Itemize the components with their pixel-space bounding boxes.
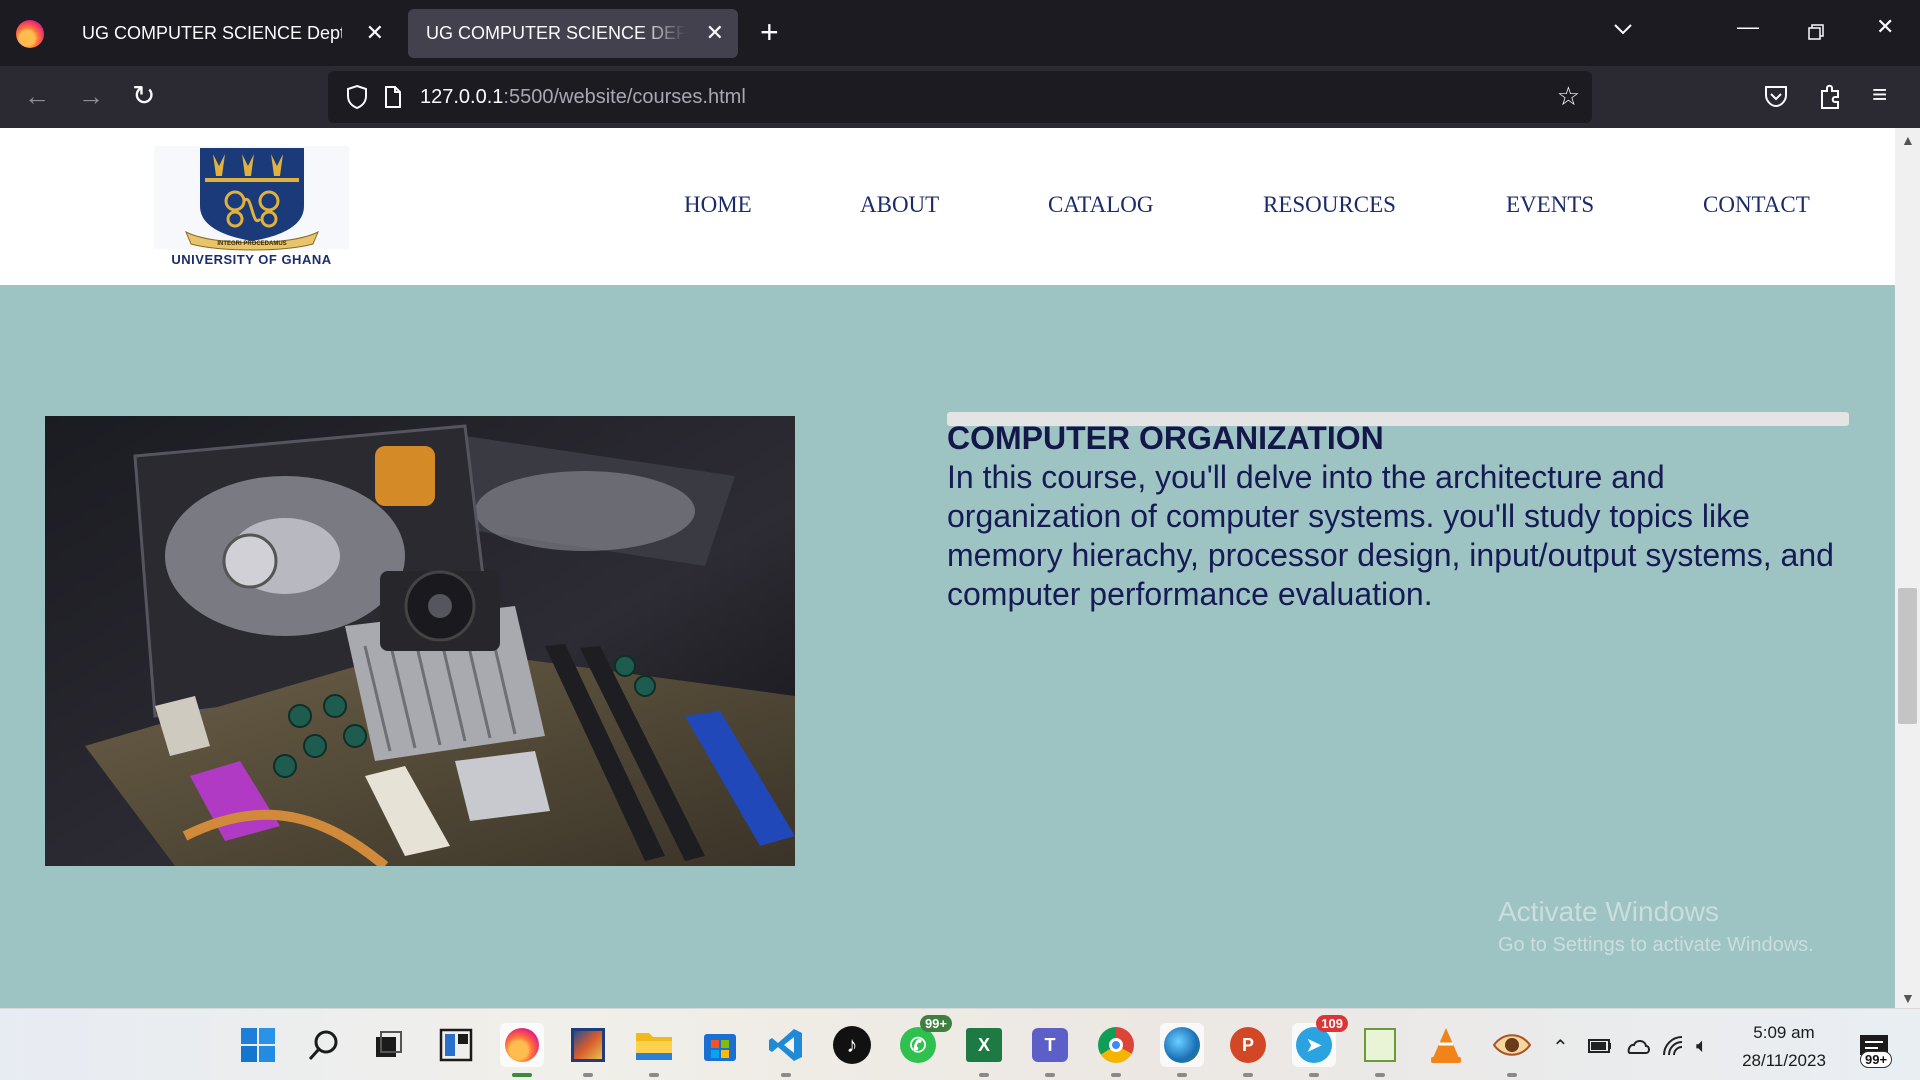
extensions-puzzle-icon[interactable] <box>1818 82 1844 110</box>
activate-windows-watermark: Activate Windows Go to Settings to activ… <box>1498 896 1814 957</box>
teams-icon[interactable]: T <box>1028 1023 1072 1077</box>
restore-icon[interactable] <box>1808 24 1824 40</box>
widgets-icon[interactable] <box>434 1023 478 1067</box>
close-window-icon[interactable]: ✕ <box>1876 14 1894 40</box>
chrome-icon[interactable] <box>1094 1023 1138 1077</box>
internet-download-manager-icon[interactable] <box>1160 1023 1204 1077</box>
scroll-down-arrow-icon[interactable]: ▼ <box>1901 990 1915 1006</box>
running-indicator <box>1177 1073 1187 1077</box>
watermark-line1: Activate Windows <box>1498 896 1719 927</box>
site-header: INTEGRI PROCEDAMUS UNIVERSITY OF GHANA H… <box>0 128 1895 285</box>
running-indicator <box>1243 1073 1253 1077</box>
pocket-icon[interactable] <box>1763 83 1789 109</box>
running-indicator <box>1111 1073 1121 1077</box>
course-description-block: COMPUTER ORGANIZATION In this course, yo… <box>947 412 1849 614</box>
running-indicator <box>1045 1073 1055 1077</box>
url-path: :5500/website/courses.html <box>503 86 746 108</box>
running-indicator <box>1507 1073 1517 1077</box>
firefox-taskbar-icon[interactable] <box>500 1023 544 1077</box>
search-icon[interactable] <box>302 1023 346 1067</box>
file-explorer-icon[interactable] <box>632 1023 676 1077</box>
tab-ug-department-active[interactable]: UG COMPUTER SCIENCE DEPARTMENT ✕ <box>408 9 738 58</box>
close-tab-icon[interactable]: ✕ <box>366 20 384 46</box>
course-description: In this course, you'll delve into the ar… <box>947 459 1834 612</box>
navigation-toolbar: ← → ↻ 127.0.0.1:5500/website/courses.htm… <box>0 66 1920 128</box>
running-indicator <box>781 1073 791 1077</box>
close-tab-icon[interactable]: ✕ <box>706 20 724 46</box>
nav-link-catalog[interactable]: CATALOG <box>1048 192 1154 218</box>
page-info-icon[interactable] <box>384 85 402 109</box>
computer-hardware-image <box>45 416 795 866</box>
logo-motto: INTEGRI PROCEDAMUS <box>217 241 286 247</box>
clock-date: 28/11/2023 <box>1742 1051 1826 1070</box>
url-bar[interactable]: 127.0.0.1:5500/website/courses.html ☆ <box>328 71 1592 123</box>
nav-link-events[interactable]: EVENTS <box>1506 192 1594 218</box>
running-indicator <box>512 1073 532 1077</box>
notepad-icon[interactable] <box>1358 1023 1402 1077</box>
hamburger-menu-icon[interactable]: ≡ <box>1872 79 1887 110</box>
powerpoint-icon[interactable]: P <box>1226 1023 1270 1077</box>
tiktok-icon[interactable]: ♪ <box>830 1023 874 1067</box>
nav-link-about[interactable]: ABOUT <box>860 192 939 218</box>
clock-time: 5:09 am <box>1753 1023 1815 1042</box>
running-indicator <box>979 1073 989 1077</box>
university-of-ghana-logo[interactable]: INTEGRI PROCEDAMUS UNIVERSITY OF GHANA <box>153 146 350 268</box>
minimize-icon[interactable]: — <box>1737 14 1759 40</box>
university-crest-icon: INTEGRI PROCEDAMUS <box>154 146 349 251</box>
wifi-icon[interactable] <box>1662 1035 1684 1057</box>
tracking-protection-shield-icon[interactable] <box>346 84 368 110</box>
onedrive-cloud-icon[interactable] <box>1624 1037 1652 1055</box>
photo-app-icon[interactable] <box>566 1023 610 1077</box>
vscode-icon[interactable] <box>764 1023 808 1077</box>
battery-icon[interactable] <box>1588 1039 1612 1053</box>
whatsapp-icon[interactable]: ✆ 99+ <box>896 1015 952 1067</box>
page-viewport: INTEGRI PROCEDAMUS UNIVERSITY OF GHANA H… <box>0 128 1920 1008</box>
back-arrow-icon[interactable]: ← <box>24 81 50 112</box>
eye-app-icon[interactable] <box>1490 1023 1534 1077</box>
whatsapp-badge: 99+ <box>919 1015 952 1032</box>
telegram-badge: 109 <box>1316 1015 1348 1032</box>
tab-ug-dept[interactable]: UG COMPUTER SCIENCE Dept. ✕ <box>64 9 398 58</box>
nav-link-resources[interactable]: RESOURCES <box>1263 192 1396 218</box>
vlc-icon[interactable] <box>1424 1023 1468 1067</box>
new-tab-icon[interactable]: + <box>760 14 779 51</box>
tab-title: UG COMPUTER SCIENCE DEPARTMENT <box>426 23 686 43</box>
scroll-up-arrow-icon[interactable]: ▲ <box>1901 132 1915 148</box>
page-scrollbar[interactable]: ▲ ▼ <box>1895 128 1920 1008</box>
excel-icon[interactable]: X <box>962 1023 1006 1077</box>
nav-link-home[interactable]: HOME <box>684 192 752 218</box>
watermark-line2: Go to Settings to activate Windows. <box>1498 934 1814 956</box>
reload-icon[interactable]: ↻ <box>132 79 155 112</box>
nav-link-contact[interactable]: CONTACT <box>1703 192 1810 218</box>
tab-title: UG COMPUTER SCIENCE Dept. <box>82 23 342 43</box>
url-text[interactable]: 127.0.0.1:5500/website/courses.html <box>420 86 746 109</box>
url-host: 127.0.0.1 <box>420 86 504 108</box>
windows-start-icon[interactable] <box>236 1023 280 1067</box>
microsoft-store-icon[interactable] <box>698 1023 742 1067</box>
show-hidden-icons-chevron-icon[interactable]: ⌃ <box>1552 1035 1569 1060</box>
firefox-logo-icon <box>16 20 44 48</box>
list-all-tabs-icon[interactable] <box>1612 18 1634 40</box>
course-title: COMPUTER ORGANIZATION <box>947 420 1384 456</box>
running-indicator <box>1309 1073 1319 1077</box>
tab-bar: UG COMPUTER SCIENCE Dept. ✕ UG COMPUTER … <box>0 0 1920 66</box>
telegram-icon[interactable]: ➤ 109 <box>1292 1015 1348 1077</box>
running-indicator <box>649 1073 659 1077</box>
bookmark-star-icon[interactable]: ☆ <box>1557 81 1580 112</box>
volume-speaker-icon[interactable]: 🔈︎ <box>1696 1035 1708 1058</box>
scroll-thumb[interactable] <box>1898 588 1917 724</box>
notification-badge: 99+ <box>1860 1051 1893 1068</box>
logo-text: UNIVERSITY OF GHANA <box>171 252 332 267</box>
running-indicator <box>1375 1073 1385 1077</box>
taskbar-clock[interactable]: 5:09 am 28/11/2023 <box>1738 1019 1830 1075</box>
task-view-icon[interactable] <box>366 1023 410 1067</box>
windows-taskbar: ♪ ✆ 99+ X T P ➤ 109 ⌃ 🔈︎ 5:09 am 28/11/2… <box>0 1008 1920 1080</box>
running-indicator <box>583 1073 593 1077</box>
forward-arrow-icon[interactable]: → <box>78 81 104 112</box>
